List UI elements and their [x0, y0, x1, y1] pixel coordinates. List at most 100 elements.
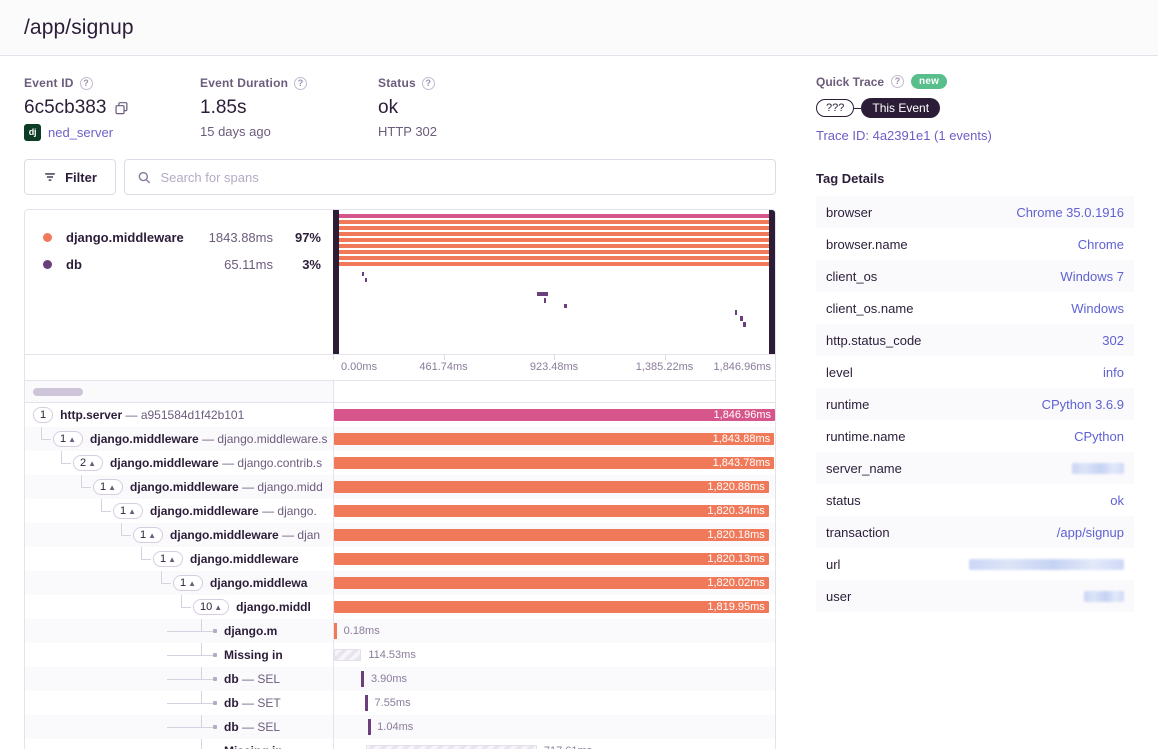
span-name-cell[interactable]: db — SEL — [25, 715, 333, 739]
tree-connector-vertical — [201, 739, 202, 749]
span-bar-cell[interactable]: 1,820.88ms — [333, 475, 775, 499]
span-operation: Missing in — [224, 744, 283, 749]
span-row[interactable]: Missing in114.53ms — [25, 643, 775, 667]
horizontal-scrollbar-track[interactable] — [25, 388, 333, 396]
span-bar-cell[interactable]: 1,820.34ms — [333, 499, 775, 523]
help-icon[interactable]: ? — [80, 77, 93, 90]
span-name-cell[interactable]: 1▲django.middleware — django.middleware.… — [25, 427, 333, 451]
tag-value[interactable]: ok — [1110, 493, 1124, 508]
help-icon[interactable]: ? — [891, 75, 904, 88]
span-name-cell[interactable]: 1▲django.middleware — django. — [25, 499, 333, 523]
span-bar-cell[interactable]: 0.18ms — [333, 619, 775, 643]
help-icon[interactable]: ? — [294, 77, 307, 90]
span-description: — djan — [279, 528, 320, 542]
span-row[interactable]: 1▲ django.middleware — djan 1,820.18ms — [25, 523, 775, 547]
tag-value[interactable]: Chrome — [1078, 237, 1124, 252]
tag-value[interactable]: Windows — [1071, 301, 1124, 316]
span-row[interactable]: db — SET7.55ms — [25, 691, 775, 715]
this-event-pill[interactable]: This Event — [861, 98, 940, 118]
span-row[interactable]: Missing in 717.61ms — [25, 739, 775, 749]
span-name-cell[interactable]: Missing in — [25, 739, 333, 749]
tag-value[interactable]: CPython — [1074, 429, 1124, 444]
span-count-badge[interactable]: 1▲ — [53, 431, 83, 447]
span-bar-cell[interactable]: 3.90ms — [333, 667, 775, 691]
search-input[interactable] — [160, 170, 763, 185]
tag-value[interactable]: Windows 7 — [1060, 269, 1124, 284]
span-bar-cell[interactable]: 1,843.78ms — [333, 451, 775, 475]
span-name-cell[interactable]: db — SEL — [25, 667, 333, 691]
span-name-cell[interactable]: 10▲django.middl — [25, 595, 333, 619]
span-bar-cell[interactable]: 7.55ms — [333, 691, 775, 715]
tag-key: runtime — [826, 397, 869, 412]
span-row[interactable]: db — SEL3.90ms — [25, 667, 775, 691]
span-bar-cell[interactable]: 114.53ms — [333, 643, 775, 667]
span-count-badge[interactable]: 1▲ — [113, 503, 143, 519]
span-bar-cell[interactable]: 1,843.88ms — [333, 427, 775, 451]
span-row[interactable]: 10▲django.middl1,819.95ms — [25, 595, 775, 619]
span-row[interactable]: 1▲django.middlewa1,820.02ms — [25, 571, 775, 595]
tag-value[interactable]: Chrome 35.0.1916 — [1016, 205, 1124, 220]
status-sub: HTTP 302 — [378, 124, 558, 139]
span-row[interactable]: 1▲django.middleware — django.middleware.… — [25, 427, 775, 451]
tag-value[interactable]: /app/signup — [1057, 525, 1124, 540]
tag-value[interactable]: info — [1103, 365, 1124, 380]
help-icon[interactable]: ? — [422, 77, 435, 90]
span-name-cell[interactable]: 1▲django.middlewa — [25, 571, 333, 595]
span-row[interactable]: 1▲django.middleware — django.1,820.34ms — [25, 499, 775, 523]
span-name-cell[interactable]: 1▲django.middleware — django.midd — [25, 475, 333, 499]
span-row[interactable]: db — SEL1.04ms — [25, 715, 775, 739]
span-bar-cell[interactable]: 1,820.18ms — [333, 523, 775, 547]
span-bar-cell[interactable]: 1.04ms — [333, 715, 775, 739]
legend-row[interactable]: django.middleware1843.88ms97% — [43, 230, 321, 245]
span-duration-bar — [334, 409, 775, 421]
span-name-cell[interactable]: 1▲ django.middleware — djan — [25, 523, 333, 547]
span-count-badge[interactable]: 10▲ — [193, 599, 229, 615]
span-scrollbar-row[interactable] — [24, 381, 776, 403]
span-bar-cell[interactable]: 1,820.02ms — [333, 571, 775, 595]
span-name-cell[interactable]: Missing in — [25, 643, 333, 667]
span-count-badge[interactable]: 1 — [33, 407, 53, 423]
axis-tick-mark — [444, 355, 445, 360]
span-row[interactable]: 1http.server — a951584d1f42b1011,846.96m… — [25, 403, 775, 427]
span-duration-label: 1,820.88ms — [707, 480, 764, 494]
span-title: django.middleware — djan — [170, 528, 320, 542]
span-count-badge[interactable]: 1▲ — [153, 551, 183, 567]
tag-value[interactable]: 302 — [1102, 333, 1124, 348]
trace-id-link[interactable]: Trace ID: 4a2391e1 (1 events) — [816, 128, 1134, 143]
span-count-badge[interactable]: 2▲ — [73, 455, 103, 471]
span-bar-cell[interactable]: 1,819.95ms — [333, 595, 775, 619]
span-name-cell[interactable]: 1▲django.middleware — [25, 547, 333, 571]
span-name-cell[interactable]: 1http.server — a951584d1f42b101 — [25, 403, 333, 427]
span-bar-cell[interactable]: 717.61ms — [333, 739, 775, 749]
search-spans-box[interactable] — [124, 159, 776, 195]
filter-button[interactable]: Filter — [24, 159, 116, 195]
span-name-cell[interactable]: db — SET — [25, 691, 333, 715]
span-row[interactable]: django.m0.18ms — [25, 619, 775, 643]
span-bar-cell[interactable]: 1,820.13ms — [333, 547, 775, 571]
project-link[interactable]: ned_server — [48, 125, 113, 140]
left-column: Event ID ? 6c5cb383 dj ned_server — [0, 56, 800, 749]
horizontal-scrollbar-thumb[interactable] — [33, 388, 83, 396]
span-count-badge[interactable]: 1▲ — [133, 527, 163, 543]
span-row[interactable]: 2▲django.middleware — django.contrib.s1,… — [25, 451, 775, 475]
legend-row[interactable]: db65.11ms3% — [43, 257, 321, 272]
tag-value[interactable]: CPython 3.6.9 — [1042, 397, 1124, 412]
axis-tick-label: 923.48ms — [530, 361, 578, 373]
span-row[interactable]: 1▲django.middleware1,820.13ms — [25, 547, 775, 571]
span-name-cell[interactable]: django.m — [25, 619, 333, 643]
span-row[interactable]: 1▲django.middleware — django.midd 1,820.8… — [25, 475, 775, 499]
legend-duration: 65.11ms — [224, 257, 273, 272]
unknown-event-pill[interactable]: ??? — [816, 99, 854, 117]
span-operation: http.server — [60, 408, 122, 422]
span-duration-label: 717.61ms — [544, 744, 592, 749]
axis-tick-mark — [665, 355, 666, 360]
minimap-handle-grip-left[interactable] — [333, 328, 339, 354]
span-bar-cell[interactable]: 1,846.96ms — [333, 403, 775, 427]
span-count-badge[interactable]: 1▲ — [93, 479, 123, 495]
tree-connector-vertical — [181, 595, 182, 607]
minimap-handle-grip-right[interactable] — [769, 328, 775, 354]
copy-icon[interactable] — [114, 101, 129, 116]
span-name-cell[interactable]: 2▲django.middleware — django.contrib.s — [25, 451, 333, 475]
span-count-badge[interactable]: 1▲ — [173, 575, 203, 591]
minimap-graph[interactable] — [333, 210, 775, 354]
